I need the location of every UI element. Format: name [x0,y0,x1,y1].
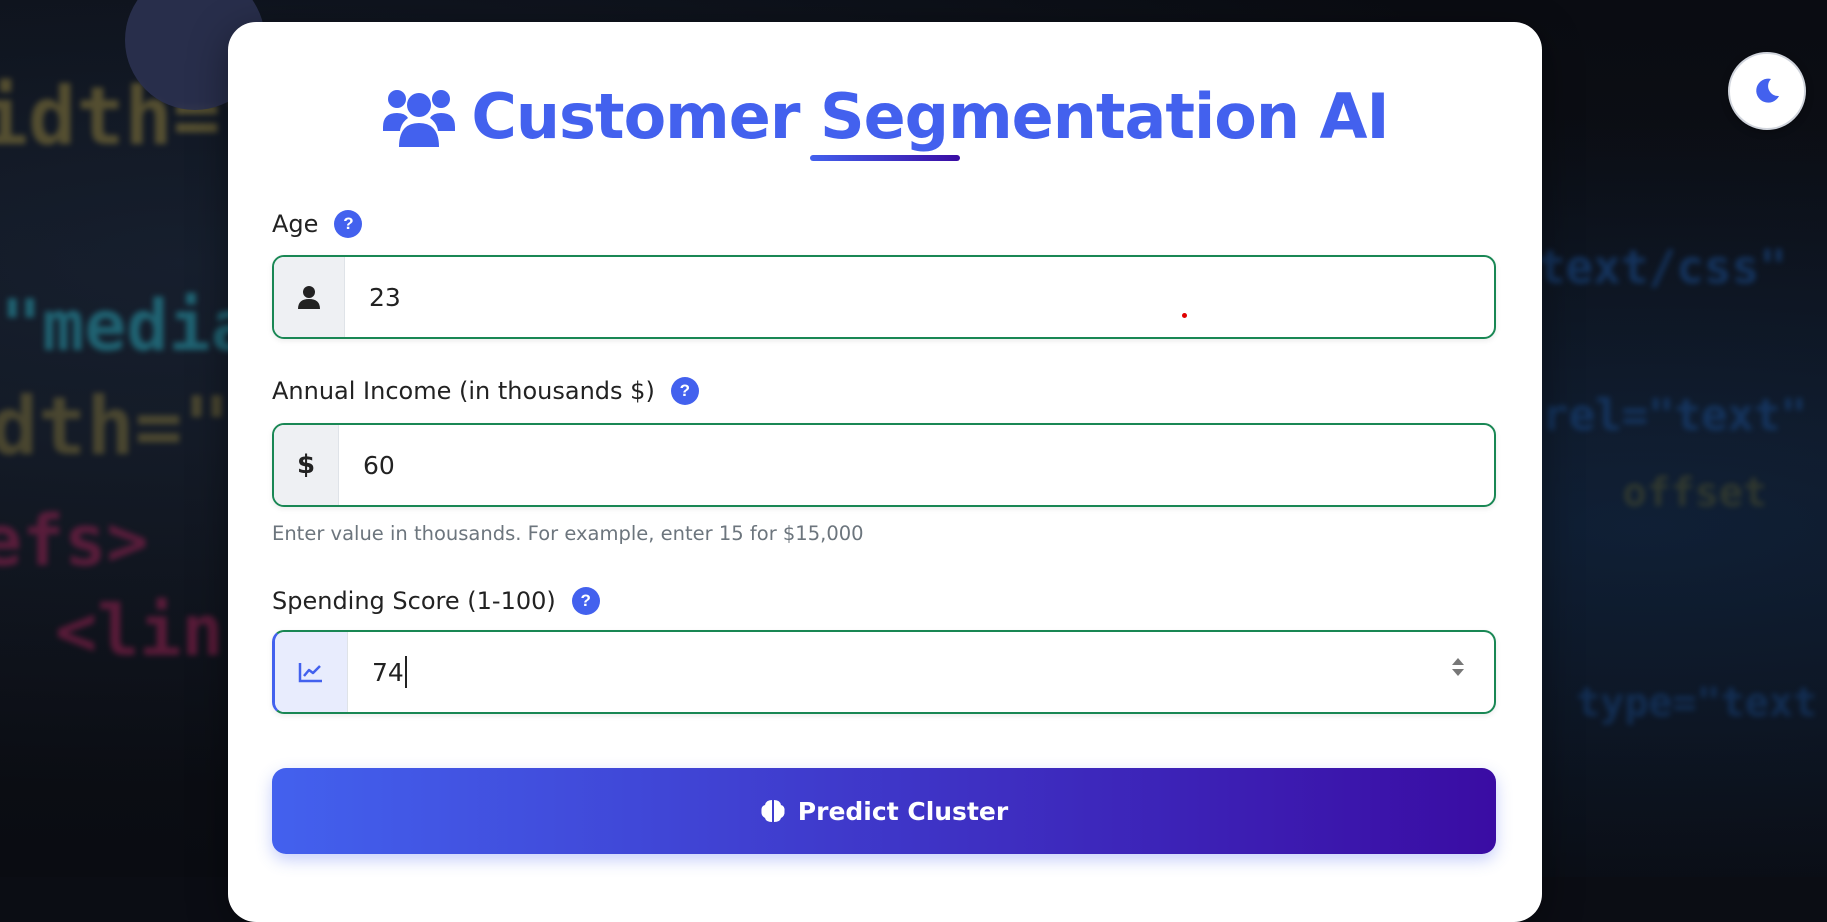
predict-cluster-button[interactable]: Predict Cluster [272,768,1496,854]
income-label-row: Annual Income (in thousands $) ? [272,377,699,405]
background-code: <lin [55,590,224,672]
background-code: type="text [1576,680,1817,726]
age-help-icon[interactable]: ? [334,210,363,238]
age-input[interactable]: 23 [345,257,1494,337]
dollar-icon: $ [274,425,339,505]
moon-icon [1756,78,1779,103]
cursor-dot [1182,313,1187,318]
background-code: "text/css" [1510,240,1787,294]
theme-toggle-button[interactable] [1728,52,1806,130]
spending-label: Spending Score (1-100) [272,587,556,615]
user-icon [274,257,345,337]
users-icon [383,89,456,147]
spending-help-icon[interactable]: ? [571,587,600,615]
income-field: $ 60 [272,423,1496,507]
age-field: 23 [272,255,1496,339]
spending-value: 74 [372,657,404,687]
form-card: Customer Segmentation AI Age ? 23 Annual… [228,22,1542,922]
spending-input[interactable]: 74 [348,632,1494,712]
spending-label-row: Spending Score (1-100) ? [272,587,600,615]
age-label-row: Age ? [272,210,363,238]
background-code: offset [1622,470,1768,516]
spending-field: 74 [272,630,1496,714]
text-caret [404,656,407,688]
background-code: "media [0,285,253,367]
brain-icon [761,800,785,822]
income-input[interactable]: 60 [339,425,1494,505]
predict-label: Predict Cluster [797,796,1009,826]
background-code: rel="text" [1542,390,1807,441]
chart-line-icon [275,632,348,712]
number-spinner[interactable] [1452,658,1464,676]
background-code: efs> [0,500,149,582]
income-label: Annual Income (in thousands $) [272,377,655,405]
age-label: Age [272,210,319,238]
income-help-icon[interactable]: ? [670,377,699,405]
income-help-text: Enter value in thousands. For example, e… [272,522,864,545]
page-title: Customer Segmentation AI [471,80,1389,153]
title-underline [810,155,960,161]
background-code: dth=" [0,380,231,473]
